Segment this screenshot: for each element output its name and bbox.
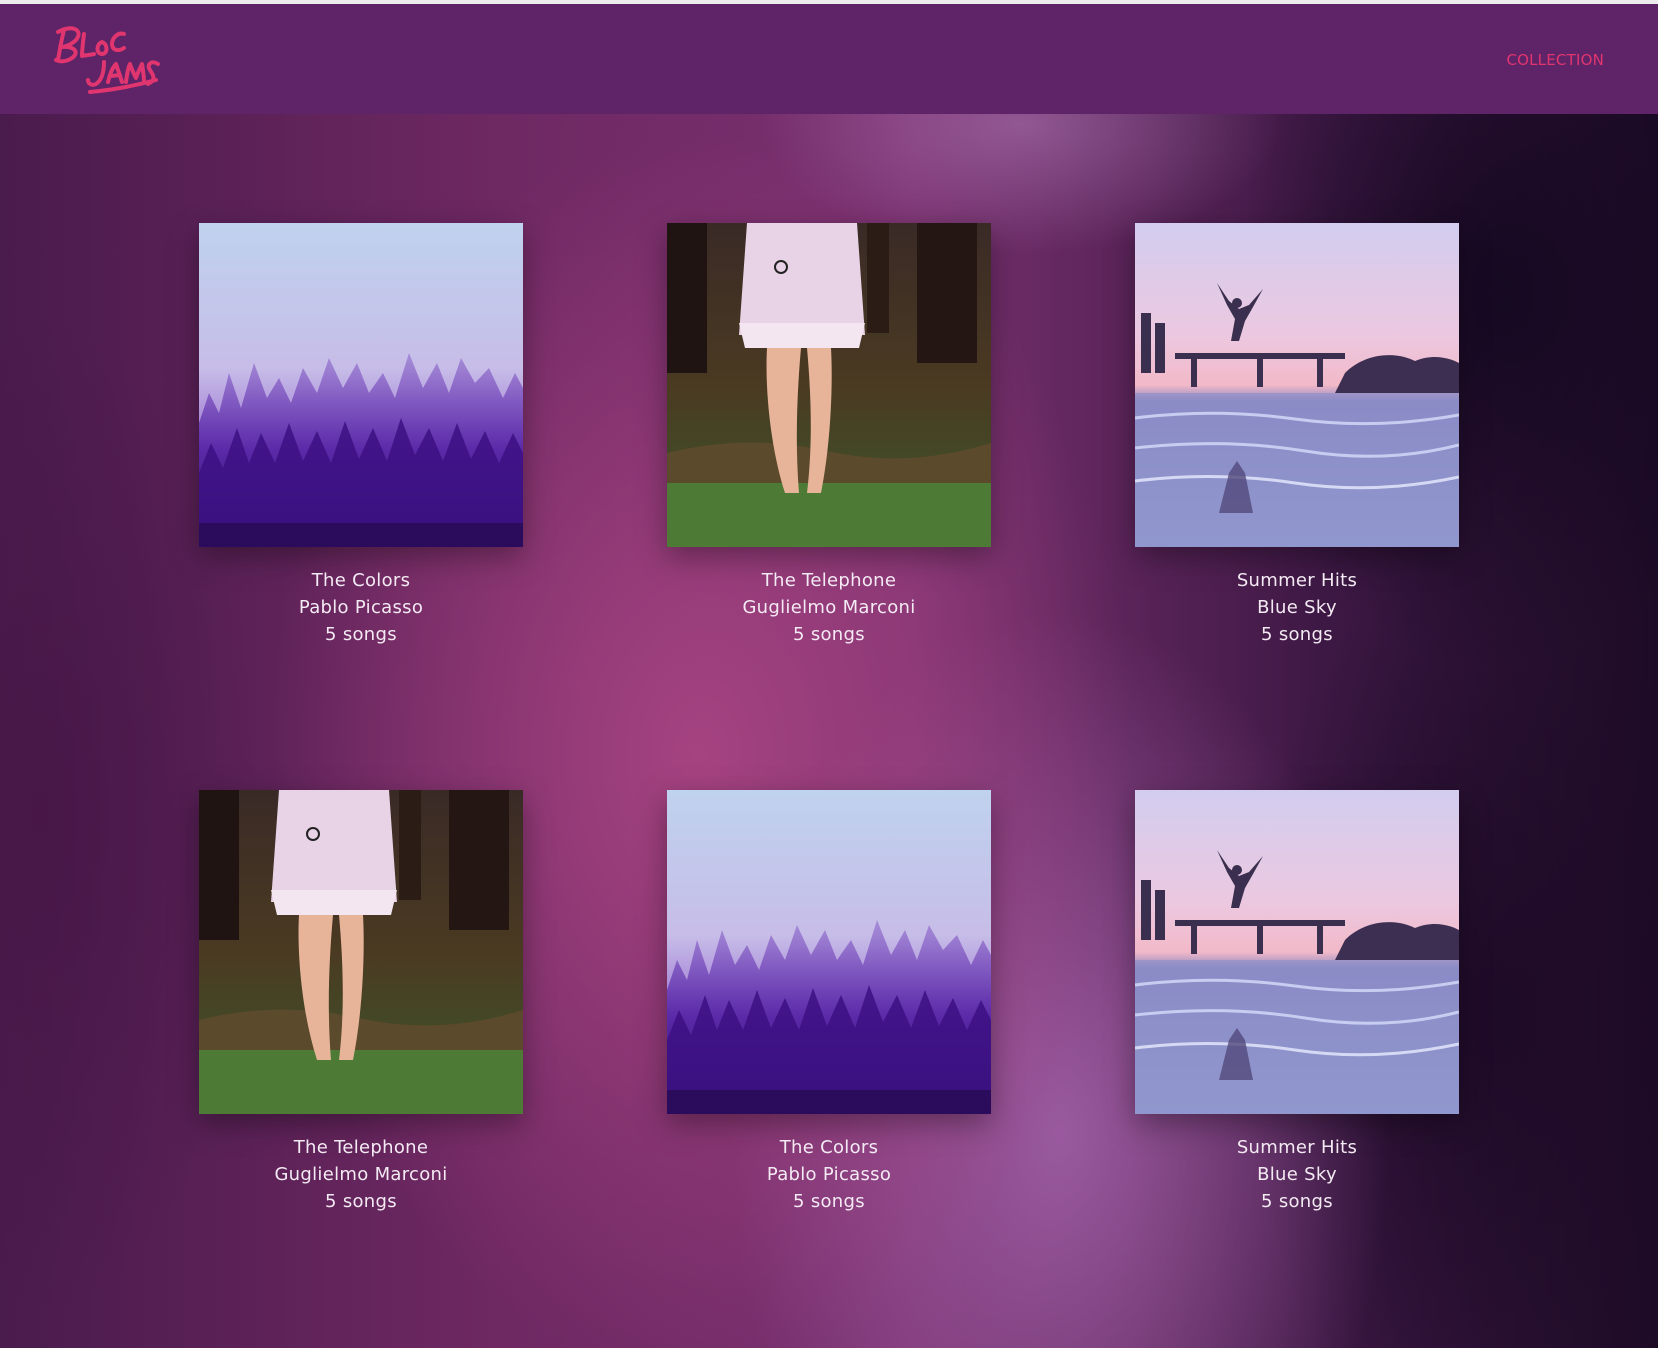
bloc-jams-logo-icon xyxy=(54,26,160,94)
album-cover-foggy-forest[interactable] xyxy=(199,223,523,547)
album-meta: Summer Hits Blue Sky 5 songs xyxy=(1135,1134,1459,1215)
album-song-count: 5 songs xyxy=(793,1191,865,1212)
bloc-jams-logo[interactable] xyxy=(50,20,162,100)
album-song-count: 5 songs xyxy=(325,1191,397,1212)
album-title[interactable]: The Colors xyxy=(667,1134,991,1161)
album-artist: Pablo Picasso xyxy=(766,1164,892,1185)
lake-jump-image xyxy=(1135,790,1459,1114)
album-song-count: 5 songs xyxy=(1261,1191,1333,1212)
album-cover-foggy-forest[interactable] xyxy=(667,790,991,1114)
foggy-forest-image xyxy=(667,790,991,1114)
album-card[interactable]: The Colors Pablo Picasso 5 songs xyxy=(199,223,523,648)
album-title[interactable]: Summer Hits xyxy=(1135,1134,1459,1161)
album-collection: The Colors Pablo Picasso 5 songs The Tel… xyxy=(0,114,1658,1348)
album-meta: The Colors Pablo Picasso 5 songs xyxy=(199,567,523,648)
album-artist: Guglielmo Marconi xyxy=(274,1164,448,1185)
album-artist: Guglielmo Marconi xyxy=(742,597,916,618)
album-song-count: 5 songs xyxy=(793,624,865,645)
album-card[interactable]: The Colors Pablo Picasso 5 songs xyxy=(667,790,991,1215)
album-cover-girl-in-dress[interactable] xyxy=(199,790,523,1114)
album-card[interactable]: Summer Hits Blue Sky 5 songs xyxy=(1135,223,1459,648)
girl-in-dress-image xyxy=(199,790,523,1114)
girl-in-dress-image xyxy=(667,223,991,547)
album-meta: Summer Hits Blue Sky 5 songs xyxy=(1135,567,1459,648)
album-title[interactable]: The Colors xyxy=(199,567,523,594)
lake-jump-image xyxy=(1135,223,1459,547)
album-title[interactable]: The Telephone xyxy=(199,1134,523,1161)
album-title[interactable]: Summer Hits xyxy=(1135,567,1459,594)
album-title[interactable]: The Telephone xyxy=(667,567,991,594)
navbar: COLLECTION xyxy=(0,4,1658,114)
album-meta: The Colors Pablo Picasso 5 songs xyxy=(667,1134,991,1215)
nav-collection-link[interactable]: COLLECTION xyxy=(1506,51,1604,69)
album-meta: The Telephone Guglielmo Marconi 5 songs xyxy=(199,1134,523,1215)
album-artist: Blue Sky xyxy=(1257,597,1337,618)
album-artist: Blue Sky xyxy=(1257,1164,1337,1185)
album-card[interactable]: The Telephone Guglielmo Marconi 5 songs xyxy=(667,223,991,648)
album-cover-lake-jump[interactable] xyxy=(1135,223,1459,547)
album-grid: The Colors Pablo Picasso 5 songs The Tel… xyxy=(0,114,1658,1348)
album-song-count: 5 songs xyxy=(1261,624,1333,645)
album-card[interactable]: The Telephone Guglielmo Marconi 5 songs xyxy=(199,790,523,1215)
album-cover-lake-jump[interactable] xyxy=(1135,790,1459,1114)
album-song-count: 5 songs xyxy=(325,624,397,645)
foggy-forest-image xyxy=(199,223,523,547)
album-cover-girl-in-dress[interactable] xyxy=(667,223,991,547)
album-meta: The Telephone Guglielmo Marconi 5 songs xyxy=(667,567,991,648)
album-card[interactable]: Summer Hits Blue Sky 5 songs xyxy=(1135,790,1459,1215)
album-artist: Pablo Picasso xyxy=(298,597,424,618)
